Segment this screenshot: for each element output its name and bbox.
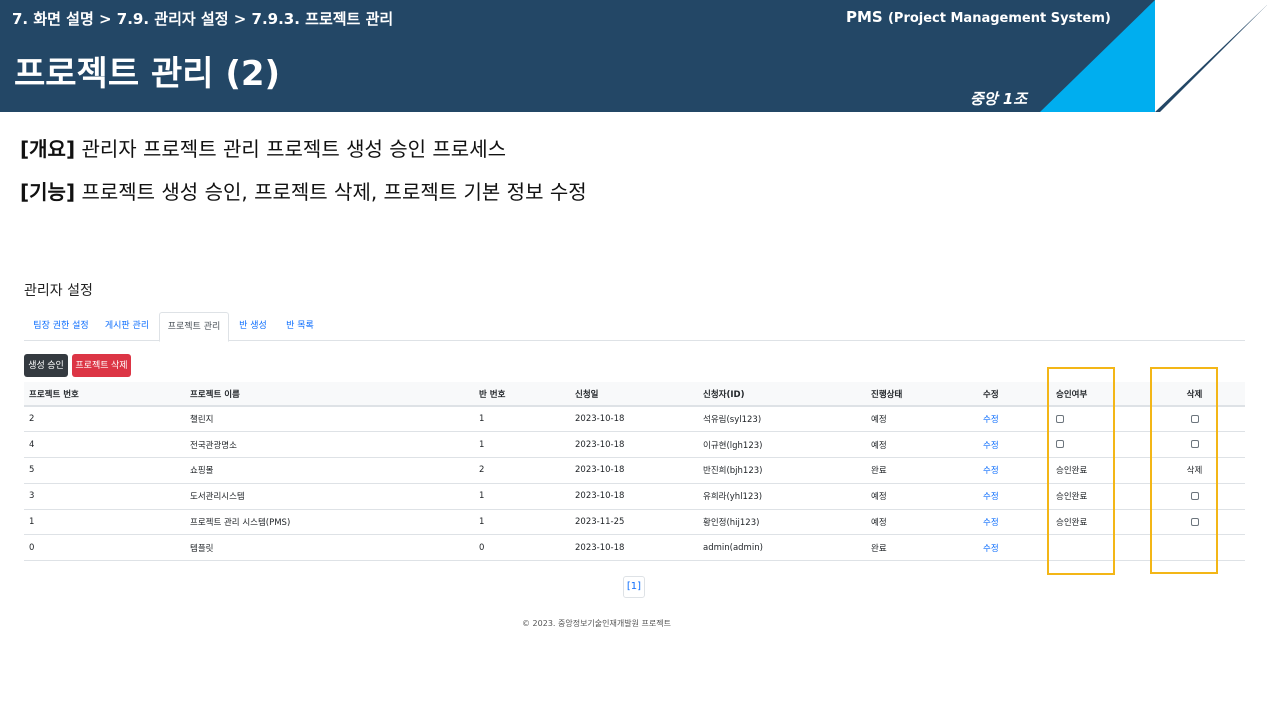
cell-apply-date: 2023-10-18 (570, 431, 698, 459)
cell-project-name: 템플릿 (185, 534, 474, 562)
overview-line: [개요] 관리자 프로젝트 관리 프로젝트 생성 승인 프로세스 (20, 133, 506, 162)
cell-status: 예정 (866, 483, 978, 510)
cell-class-no: 1 (474, 431, 570, 459)
cell-apply-date: 2023-10-18 (570, 457, 698, 484)
delete-project-button[interactable]: 프로젝트 삭제 (72, 354, 131, 377)
header-banner: 7. 화면 설명 > 7.9. 관리자 설정 > 7.9.3. 프로젝트 관리 … (0, 0, 1267, 112)
col-apply-date: 신청일 (570, 382, 698, 407)
cell-status: 완료 (866, 534, 978, 562)
cell-applicant: 석유림(syl123) (698, 406, 866, 433)
cell-applicant: admin(admin) (698, 534, 866, 562)
cell-project-no: 0 (24, 534, 185, 562)
overview-text: 관리자 프로젝트 관리 프로젝트 생성 승인 프로세스 (75, 137, 506, 161)
system-name: PMS (Project Management System) (846, 8, 1111, 26)
footer-copyright: © 2023. 중앙정보기술인재개발원 프로젝트 (522, 619, 671, 628)
cell-project-no: 5 (24, 457, 185, 484)
cell-apply-date: 2023-10-18 (570, 483, 698, 510)
approve-button[interactable]: 생성 승인 (24, 354, 68, 377)
cell-project-name: 챌린지 (185, 406, 474, 433)
approval-column-highlight (1047, 367, 1115, 575)
cell-project-name: 쇼핑몰 (185, 457, 474, 484)
col-project-no: 프로젝트 번호 (24, 382, 185, 407)
tab-class-create[interactable]: 반 생성 (234, 312, 272, 341)
feature-text: 프로젝트 생성 승인, 프로젝트 삭제, 프로젝트 기본 정보 수정 (75, 180, 587, 204)
edit-link[interactable]: 수정 (978, 431, 1040, 459)
cell-status: 완료 (866, 457, 978, 484)
cell-applicant: 황인정(hij123) (698, 509, 866, 536)
cell-class-no: 1 (474, 406, 570, 433)
cell-apply-date: 2023-10-18 (570, 534, 698, 562)
cell-applicant: 반진희(bjh123) (698, 457, 866, 484)
cell-project-name: 전국관광명소 (185, 431, 474, 459)
cell-project-name: 프로젝트 관리 시스템(PMS) (185, 509, 474, 536)
col-status: 진행상태 (866, 382, 978, 407)
system-short: PMS (846, 8, 883, 26)
edit-link[interactable]: 수정 (978, 483, 1040, 510)
feature-label: [기능] (20, 180, 76, 204)
overview-label: [개요] (20, 137, 76, 161)
cell-apply-date: 2023-10-18 (570, 406, 698, 433)
cell-project-no: 1 (24, 509, 185, 536)
cell-applicant: 이규현(lgh123) (698, 431, 866, 459)
col-edit: 수정 (978, 382, 1040, 407)
admin-tabs: 팀장 권한 설정 게시판 관리 프로젝트 관리 반 생성 반 목록 (24, 312, 1245, 342)
cell-apply-date: 2023-11-25 (570, 509, 698, 536)
cell-class-no: 0 (474, 534, 570, 562)
col-applicant: 신청자(ID) (698, 382, 866, 407)
cell-project-no: 4 (24, 431, 185, 459)
edit-link[interactable]: 수정 (978, 406, 1040, 433)
cell-class-no: 2 (474, 457, 570, 484)
cell-status: 예정 (866, 406, 978, 433)
feature-line: [기능] 프로젝트 생성 승인, 프로젝트 삭제, 프로젝트 기본 정보 수정 (20, 176, 587, 205)
cell-project-no: 2 (24, 406, 185, 433)
cell-project-name: 도서관리시스템 (185, 483, 474, 510)
cell-applicant: 유희라(yhl123) (698, 483, 866, 510)
system-full: (Project Management System) (887, 11, 1111, 26)
tab-board-manage[interactable]: 게시판 관리 (102, 312, 152, 341)
pagination-page-1[interactable]: [1] (623, 576, 645, 598)
tab-class-list[interactable]: 반 목록 (280, 312, 320, 341)
col-project-name: 프로젝트 이름 (185, 382, 474, 407)
tab-project-manage[interactable]: 프로젝트 관리 (159, 312, 229, 342)
tab-leader-permission[interactable]: 팀장 권한 설정 (28, 312, 94, 341)
team-label: 중앙 1조 (970, 90, 1028, 108)
col-class-no: 반 번호 (474, 382, 570, 407)
page-title: 프로젝트 관리 (2) (14, 54, 281, 94)
cell-class-no: 1 (474, 483, 570, 510)
cell-status: 예정 (866, 431, 978, 459)
edit-link[interactable]: 수정 (978, 509, 1040, 536)
cell-project-no: 3 (24, 483, 185, 510)
cell-status: 예정 (866, 509, 978, 536)
admin-settings-title: 관리자 설정 (24, 283, 93, 299)
delete-column-highlight (1150, 367, 1218, 574)
cell-class-no: 1 (474, 509, 570, 536)
edit-link[interactable]: 수정 (978, 534, 1040, 562)
edit-link[interactable]: 수정 (978, 457, 1040, 484)
breadcrumb: 7. 화면 설명 > 7.9. 관리자 설정 > 7.9.3. 프로젝트 관리 (12, 10, 394, 28)
